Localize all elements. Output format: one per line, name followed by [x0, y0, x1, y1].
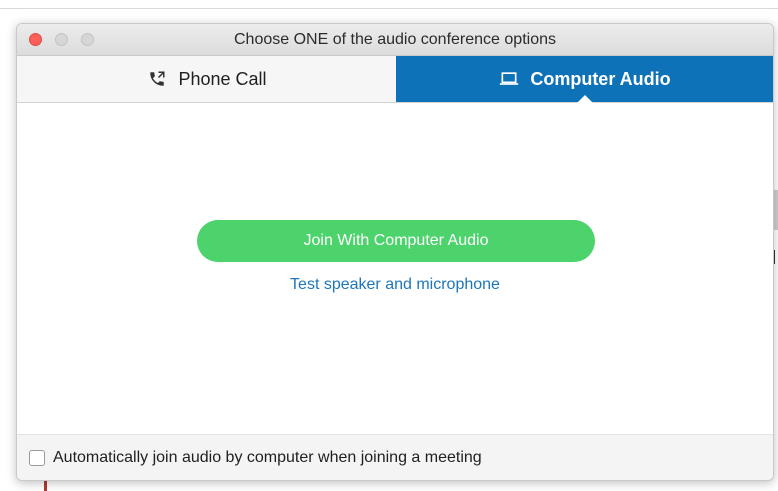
auto-join-checkbox[interactable] — [29, 450, 45, 466]
selected-tab-pointer — [576, 95, 593, 103]
tab-computer-audio-label: Computer Audio — [530, 68, 671, 89]
phone-icon — [146, 68, 168, 90]
tab-phone-call-label: Phone Call — [178, 68, 267, 89]
background-divider — [0, 8, 778, 9]
tab-computer-audio[interactable]: Computer Audio — [396, 56, 773, 103]
audio-tabs: Phone Call Computer Audio — [17, 56, 773, 103]
tab-content-computer-audio: Join With Computer Audio Test speaker an… — [17, 103, 773, 434]
laptop-icon — [498, 68, 520, 90]
title-bar: Choose ONE of the audio conference optio… — [17, 24, 773, 56]
tab-phone-call[interactable]: Phone Call — [17, 56, 396, 102]
window-title: Choose ONE of the audio conference optio… — [234, 31, 556, 48]
auto-join-label[interactable]: Automatically join audio by computer whe… — [53, 449, 482, 467]
test-speaker-microphone-link[interactable]: Test speaker and microphone — [17, 276, 773, 294]
audio-options-dialog: Choose ONE of the audio conference optio… — [16, 23, 774, 481]
join-computer-audio-button[interactable]: Join With Computer Audio — [197, 220, 595, 262]
dialog-footer: Automatically join audio by computer whe… — [17, 434, 773, 480]
